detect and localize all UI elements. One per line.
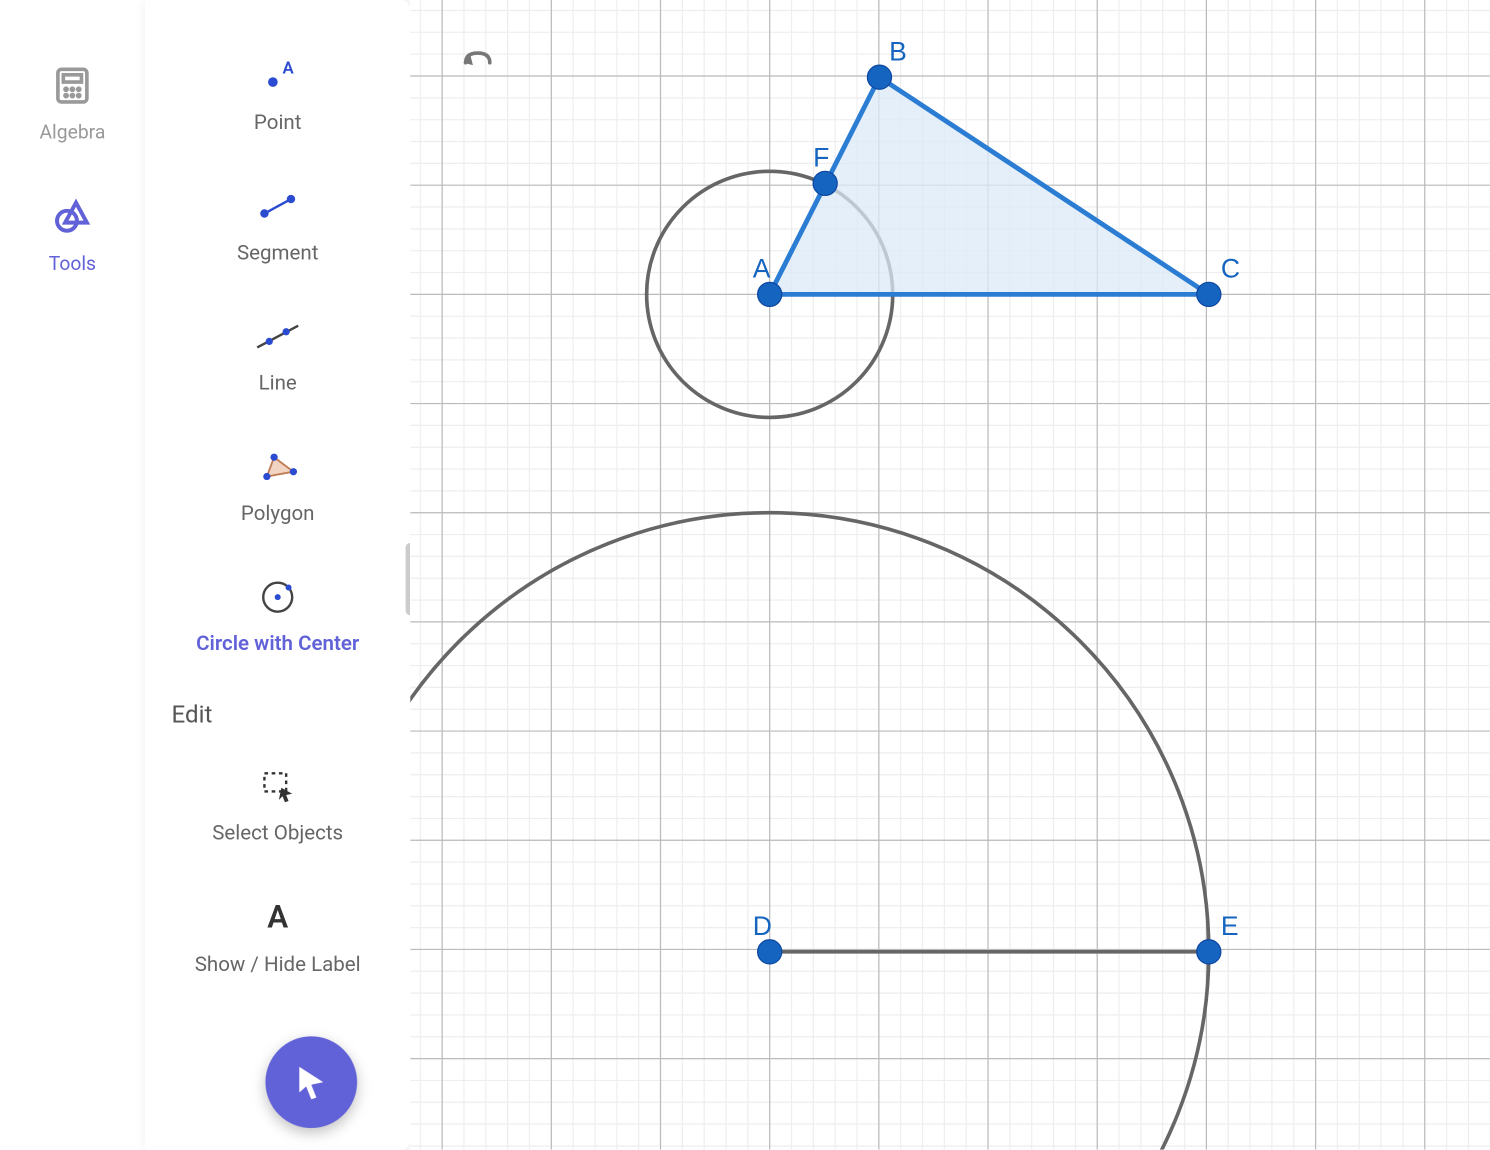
point-label-c: C [1221,253,1240,283]
point-label-f: F [813,142,829,172]
tool-show-hide-label[interactable]: A Show / Hide Label [145,878,410,1008]
tool-circle-center-label: Circle with Center [196,631,359,658]
point-f[interactable] [813,171,837,195]
cursor-icon [291,1062,332,1103]
point-a[interactable] [758,282,782,306]
tool-point[interactable]: A Point [145,36,410,166]
tool-select-label: Select Objects [212,821,343,848]
geometry-canvas[interactable]: A B C D E F [410,0,1490,1150]
tool-panel: A Point Segment [145,0,410,1150]
tool-polygon[interactable]: Polygon [145,427,410,557]
tool-line[interactable]: Line [145,297,410,427]
edit-section-header: Edit [145,688,410,747]
point-e[interactable] [1197,940,1221,964]
segment-icon [253,185,301,228]
show-hide-label-icon: A [253,896,301,939]
point-icon: A [253,54,301,97]
tool-select-objects[interactable]: Select Objects [145,747,410,877]
sidebar-tools[interactable]: Tools [47,192,98,275]
point-b[interactable] [867,65,891,89]
undo-button[interactable] [458,46,497,82]
line-icon [253,315,301,358]
tool-circle-with-center[interactable]: Circle with Center [145,558,410,688]
tool-line-label: Line [258,371,296,398]
sidebar-tools-label: Tools [49,252,96,275]
polygon-icon [253,446,301,489]
svg-text:A: A [282,59,294,79]
tool-segment[interactable]: Segment [145,167,410,297]
tool-show-hide-label-label: Show / Hide Label [194,951,360,978]
point-label-a: A [753,253,771,283]
point-label-e: E [1221,911,1239,941]
point-label-d: D [753,911,772,941]
calculator-icon [47,60,98,111]
point-c[interactable] [1197,282,1221,306]
select-objects-icon [253,765,301,808]
main-sidebar: Algebra Tools [0,0,145,1150]
tool-point-label: Point [254,110,302,137]
tool-polygon-label: Polygon [241,501,315,528]
point-d[interactable] [758,940,782,964]
sidebar-algebra-label: Algebra [39,121,105,144]
sidebar-algebra[interactable]: Algebra [39,60,105,143]
tools-icon [47,192,98,243]
point-label-b: B [889,36,907,66]
circle-center-icon [253,576,301,619]
move-tool-fab[interactable] [265,1036,357,1128]
tool-segment-label: Segment [237,240,318,267]
